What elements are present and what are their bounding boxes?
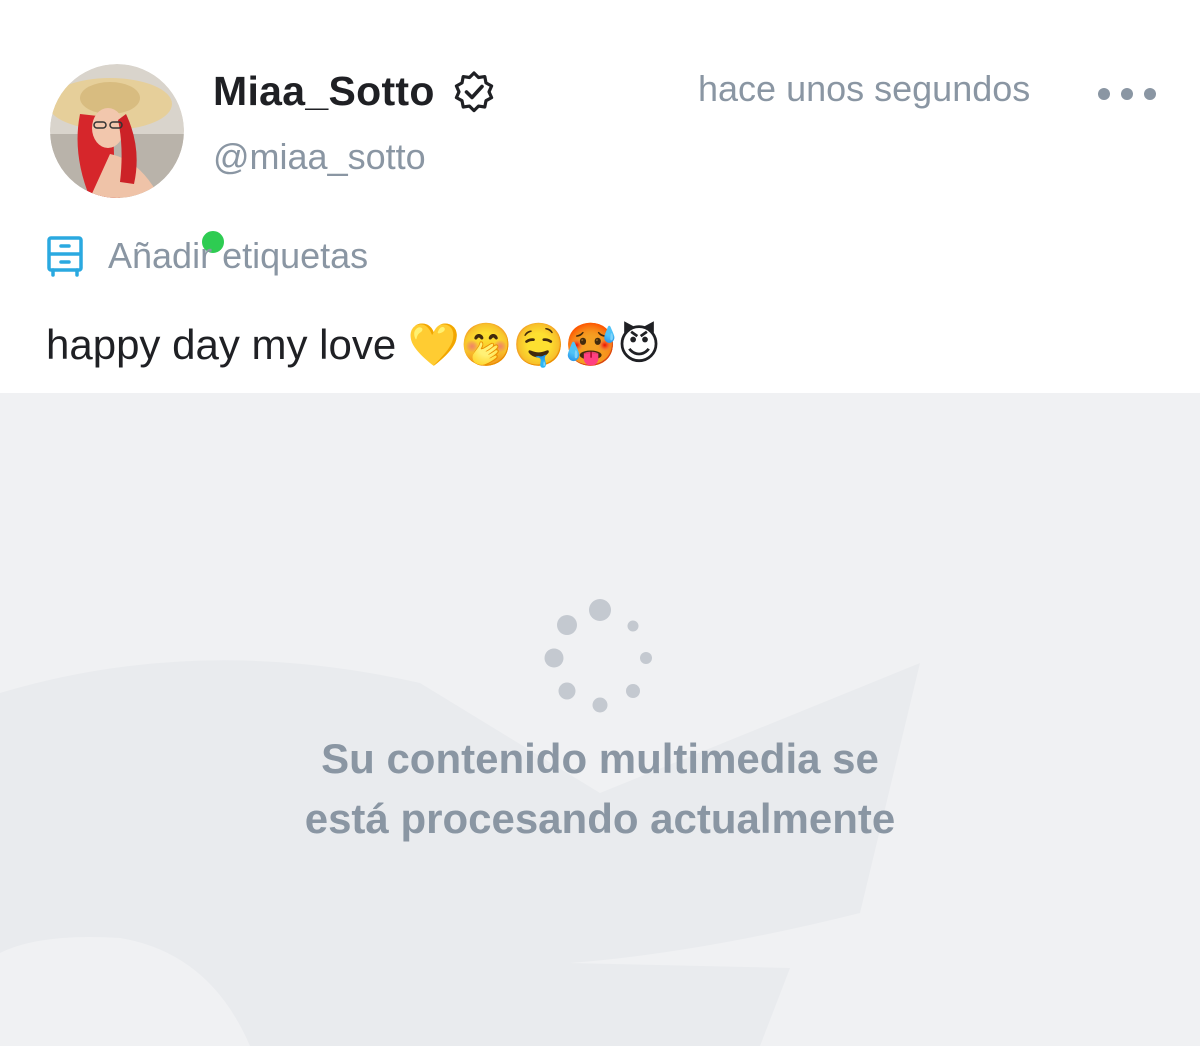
tag-drawer-icon xyxy=(47,236,83,277)
processing-message-line-2: está procesando actualmente xyxy=(304,795,896,842)
author-display-name[interactable]: Miaa_Sotto xyxy=(213,66,435,116)
add-tags-button[interactable]: Añadir etiquetas xyxy=(46,232,368,280)
loading-spinner-icon xyxy=(544,599,652,713)
media-processing-area: Su contenido multimedia se está procesan… xyxy=(0,393,1200,1046)
post-timestamp: hace unos segundos xyxy=(698,68,1031,109)
hot-face-emoji: 🥵 xyxy=(564,320,618,369)
drooling-face-emoji: 🤤 xyxy=(512,320,565,369)
more-options-button[interactable] xyxy=(1098,74,1156,114)
avatar[interactable] xyxy=(50,64,228,257)
watermark-logo xyxy=(0,660,920,1046)
smiling-devil-emoji: 😈 xyxy=(617,320,661,369)
add-tags-label: Añadir etiquetas xyxy=(108,235,369,276)
processing-message-line-1: Su contenido multimedia se xyxy=(321,735,879,782)
author-handle[interactable]: @miaa_sotto xyxy=(213,134,426,180)
more-horizontal-icon xyxy=(1098,88,1110,100)
post-caption: happy day my love 💛🤭🤤🥵😈 xyxy=(46,316,661,374)
caption-text: happy day my love xyxy=(46,321,397,368)
post-header: Miaa_Sotto @miaa_sotto hace unos segundo… xyxy=(0,0,1200,257)
hand-over-mouth-emoji: 🤭 xyxy=(460,320,513,369)
yellow-heart-emoji: 💛 xyxy=(407,320,461,369)
avatar-image xyxy=(50,64,184,198)
processing-message: Su contenido multimedia se está procesan… xyxy=(0,729,1200,849)
verified-badge-icon xyxy=(454,71,494,113)
